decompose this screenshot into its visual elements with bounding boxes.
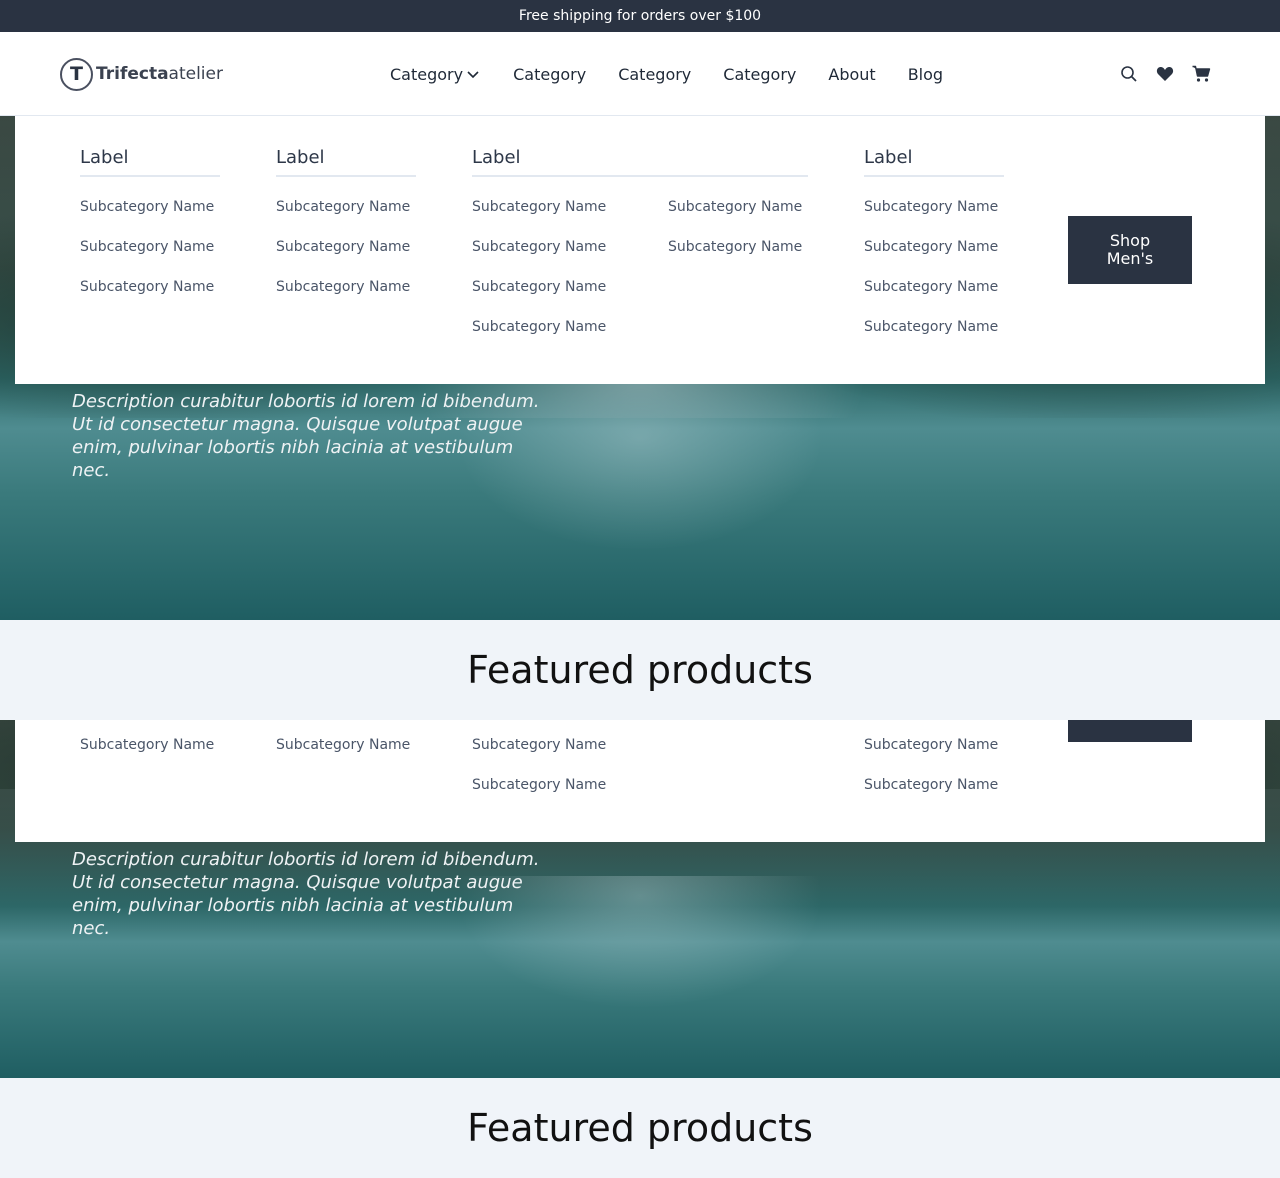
featured-title: Featured products <box>467 648 813 692</box>
chevron-down-icon <box>467 71 479 79</box>
subcategory-link[interactable]: Subcategory Name <box>864 279 998 295</box>
featured-products-band-repeat: Featured products <box>0 1078 1280 1178</box>
subcategory-link[interactable]: Subcategory Name <box>472 279 606 295</box>
search-icon[interactable] <box>1118 63 1140 85</box>
subcategory-link[interactable]: Subcategory Name <box>472 319 606 335</box>
mega-column-2: Label <box>276 147 416 177</box>
nav-category-2[interactable]: Category <box>513 65 586 84</box>
mega-column-1: Label <box>80 147 220 177</box>
subcategory-link[interactable]: Subcategory Name <box>276 279 410 295</box>
logo[interactable]: T Trifectaatelier <box>60 57 223 91</box>
heart-icon[interactable] <box>1154 63 1176 85</box>
mega-menu-repeat: Subcategory Name Subcategory Name Subcat… <box>15 720 1265 842</box>
shop-mens-button[interactable]: Shop Men's <box>1068 216 1192 284</box>
column-label: Label <box>864 147 1004 177</box>
nav-blog[interactable]: Blog <box>908 65 943 84</box>
announcement-bar: Free shipping for orders over $100 <box>0 0 1280 32</box>
subcategory-link[interactable]: Subcategory Name <box>276 737 410 753</box>
nav-about[interactable]: About <box>828 65 875 84</box>
cart-icon[interactable] <box>1190 63 1212 85</box>
subcategory-link[interactable]: Subcategory Name <box>864 199 998 215</box>
subcategory-link[interactable]: Subcategory Name <box>80 737 214 753</box>
subcategory-link[interactable]: Subcategory Name <box>472 777 606 793</box>
column-label: Label <box>80 147 220 177</box>
subcategory-link[interactable]: Subcategory Name <box>864 239 998 255</box>
shop-mens-button[interactable] <box>1068 720 1192 742</box>
subcategory-link[interactable]: Subcategory Name <box>80 239 214 255</box>
subcategory-link[interactable]: Subcategory Name <box>668 239 802 255</box>
subcategory-link[interactable]: Subcategory Name <box>276 199 410 215</box>
nav-category-3[interactable]: Category <box>618 65 691 84</box>
announcement-text: Free shipping for orders over $100 <box>518 8 762 24</box>
subcategory-link[interactable]: Subcategory Name <box>276 239 410 255</box>
header-icons <box>1104 32 1212 116</box>
hero-description: Description curabitur lobortis id lorem … <box>72 391 540 481</box>
mega-column-3: Label <box>472 147 808 177</box>
subcategory-link[interactable]: Subcategory Name <box>472 737 606 753</box>
featured-products-band: Featured products <box>0 620 1280 720</box>
logo-text: Trifectaatelier <box>96 64 223 84</box>
subcategory-link[interactable]: Subcategory Name <box>864 777 998 793</box>
nav-category-1[interactable]: Category <box>390 65 481 84</box>
logo-mark: T <box>60 57 93 91</box>
mega-column-4: Label <box>864 147 1004 177</box>
main-nav: Category Category Category Category Abou… <box>390 32 975 116</box>
subcategory-link[interactable]: Subcategory Name <box>864 737 998 753</box>
mega-menu: Label Label Label Label Subcategory Name… <box>15 116 1265 384</box>
subcategory-link[interactable]: Subcategory Name <box>472 199 606 215</box>
subcategory-link[interactable]: Subcategory Name <box>80 199 214 215</box>
subcategory-link[interactable]: Subcategory Name <box>668 199 802 215</box>
subcategory-link[interactable]: Subcategory Name <box>472 239 606 255</box>
column-label: Label <box>276 147 416 177</box>
column-label: Label <box>472 147 808 177</box>
nav-category-4[interactable]: Category <box>723 65 796 84</box>
hero-description: Description curabitur lobortis id lorem … <box>72 849 540 939</box>
subcategory-link[interactable]: Subcategory Name <box>864 319 998 335</box>
featured-title: Featured products <box>467 1106 813 1150</box>
site-header: T Trifectaatelier Category Category Cate… <box>0 32 1280 116</box>
subcategory-link[interactable]: Subcategory Name <box>80 279 214 295</box>
